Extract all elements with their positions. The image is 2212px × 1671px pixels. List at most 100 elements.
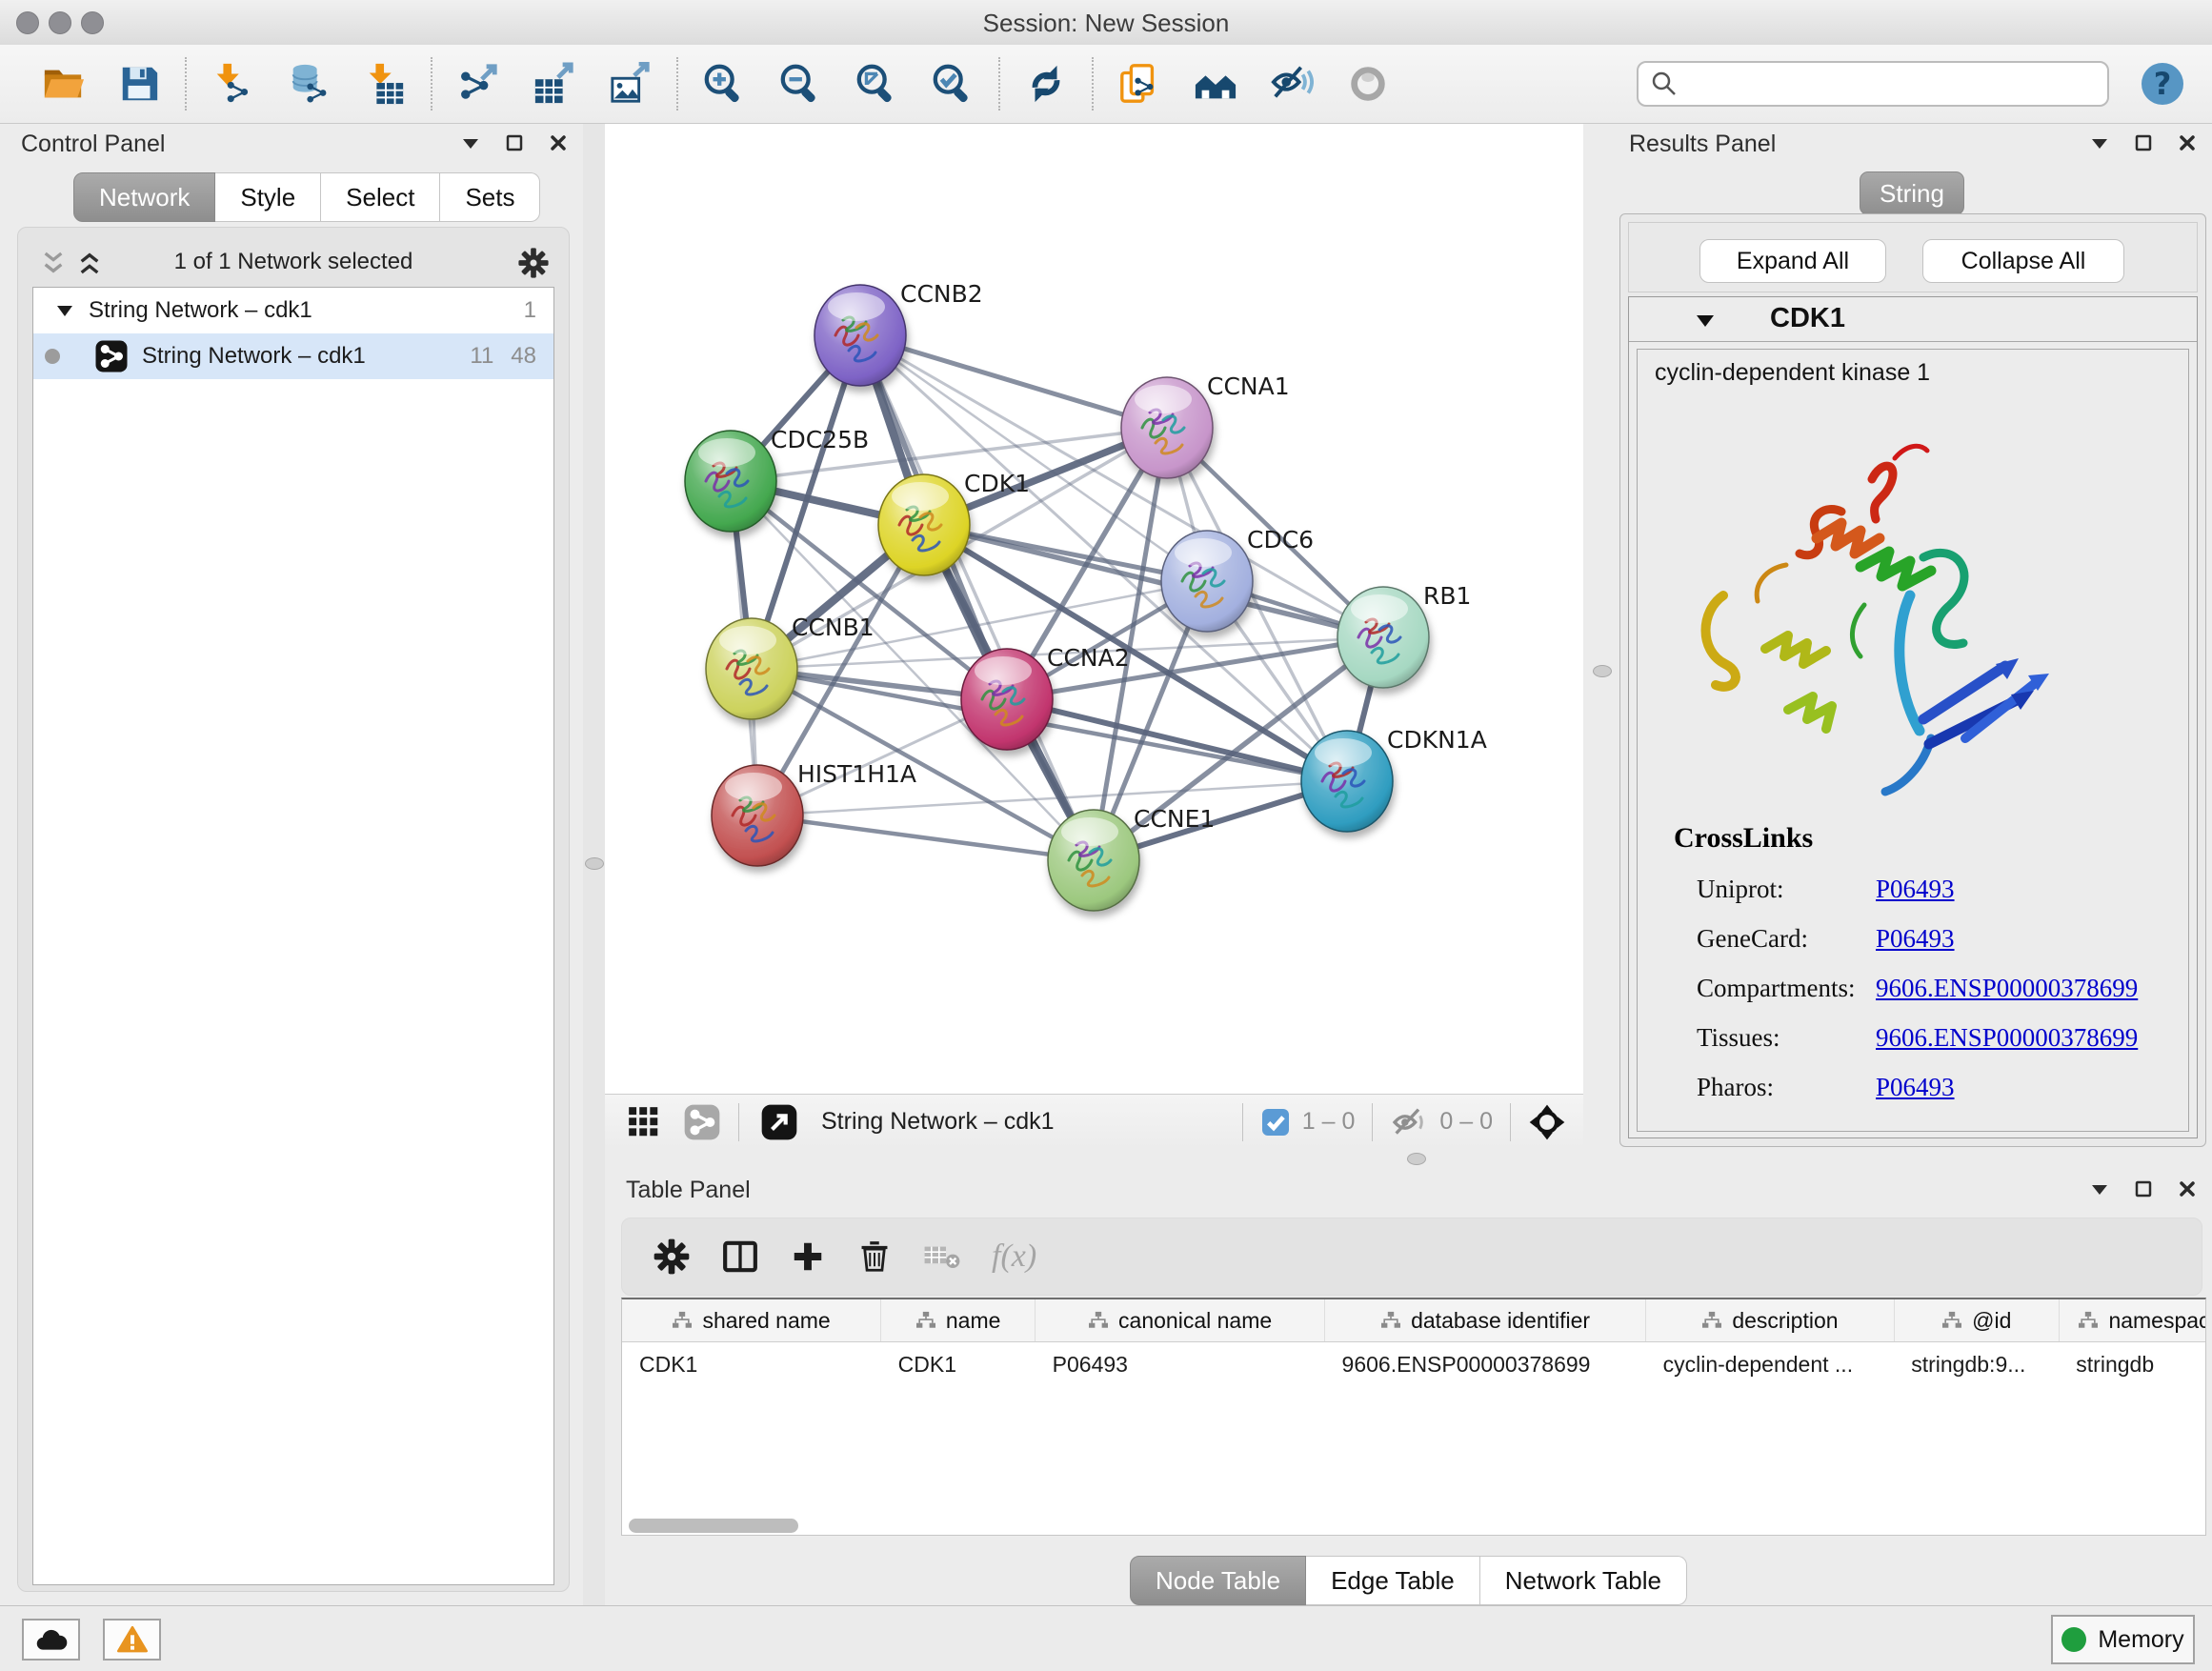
crosslink-link[interactable]: P06493 <box>1876 875 1955 904</box>
table-cell[interactable]: 9606.ENSP00000378699 <box>1325 1342 1646 1387</box>
show-hidden-button[interactable] <box>1343 57 1393 111</box>
copy-network-button[interactable] <box>1115 57 1164 111</box>
zoom-fit-icon <box>855 62 898 106</box>
control-panel-splitter[interactable] <box>583 124 605 1605</box>
table-cell[interactable]: stringdb:9... <box>1894 1342 2059 1387</box>
tab-string[interactable]: String <box>1860 171 1964 215</box>
network-edge[interactable] <box>924 525 1383 637</box>
export-image-button[interactable] <box>606 57 655 111</box>
node-table[interactable]: shared name name canonical name database… <box>621 1298 2206 1536</box>
panel-float-icon[interactable] <box>2132 131 2155 154</box>
zoom-out-button[interactable] <box>775 57 825 111</box>
collection-name: String Network – cdk1 <box>89 297 312 324</box>
tab-select[interactable]: Select <box>321 172 440 222</box>
network-node-cdk1[interactable]: CDK1 <box>878 470 1030 575</box>
network-edge[interactable] <box>1007 699 1347 781</box>
gene-card-header[interactable]: CDK1 <box>1629 297 2197 342</box>
memory-button[interactable]: Memory <box>2051 1615 2195 1664</box>
cloud-button[interactable] <box>22 1619 80 1661</box>
tab-network[interactable]: Network <box>73 172 215 222</box>
network-node-ccnb1[interactable]: CCNB1 <box>706 614 875 719</box>
birdseye-grid-icon[interactable] <box>626 1104 662 1140</box>
import-table-button[interactable] <box>360 57 410 111</box>
table-cell[interactable]: CDK1 <box>622 1342 881 1387</box>
network-row[interactable]: String Network – cdk1 11 48 <box>33 333 553 379</box>
crosslinks-heading: CrossLinks <box>1674 822 1813 855</box>
table-panel-splitter[interactable] <box>605 1148 2212 1170</box>
crosslink-row: Uniprot:P06493 <box>1697 864 2173 914</box>
hide-selected-button[interactable] <box>1267 57 1317 111</box>
help-button[interactable]: ? <box>2142 63 2183 105</box>
import-network-button[interactable] <box>208 57 257 111</box>
export-network-button[interactable] <box>453 57 503 111</box>
panel-menu-icon[interactable] <box>459 131 482 154</box>
zoom-fit-button[interactable] <box>852 57 901 111</box>
tab-network-table[interactable]: Network Table <box>1480 1556 1687 1605</box>
collapse-all-button[interactable]: Collapse All <box>1922 239 2124 283</box>
table-cell[interactable]: stringdb <box>2059 1342 2206 1387</box>
tab-edge-table[interactable]: Edge Table <box>1306 1556 1480 1605</box>
node-label: CCNA2 <box>1047 644 1130 672</box>
network-node-cdkn1a[interactable]: CDKN1A <box>1301 726 1487 832</box>
open-session-icon <box>41 62 85 106</box>
save-session-button[interactable] <box>114 57 164 111</box>
panel-float-icon[interactable] <box>503 131 526 154</box>
hidden-eye-slash-icon[interactable] <box>1390 1103 1428 1141</box>
crosslink-link[interactable]: 9606.ENSP00000378699 <box>1876 974 2138 1003</box>
column-header--id[interactable]: @id <box>1894 1299 2059 1342</box>
table-cell[interactable]: cyclin-dependent ... <box>1646 1342 1895 1387</box>
panel-menu-icon[interactable] <box>2088 1178 2111 1200</box>
open-in-new-window-icon[interactable] <box>760 1103 798 1141</box>
refresh-button[interactable] <box>1021 57 1071 111</box>
gene-collapse-icon[interactable] <box>1694 309 1719 333</box>
column-header-namespace[interactable]: namespace <box>2059 1299 2206 1342</box>
column-header-shared-name[interactable]: shared name <box>622 1299 881 1342</box>
column-header-name[interactable]: name <box>881 1299 1036 1342</box>
add-column-icon[interactable] <box>790 1238 826 1275</box>
crosslink-link[interactable]: 9606.ENSP00000378699 <box>1876 1023 2138 1053</box>
network-share-icon[interactable] <box>683 1103 721 1141</box>
selected-checkbox-icon[interactable] <box>1260 1107 1291 1137</box>
panel-close-icon[interactable] <box>2176 1178 2199 1200</box>
home-button[interactable] <box>1191 57 1240 111</box>
table-row[interactable]: CDK1CDK1P064939606.ENSP00000378699cyclin… <box>622 1342 2206 1387</box>
table-gear-icon[interactable] <box>653 1238 691 1276</box>
crosslink-link[interactable]: P06493 <box>1876 924 1955 954</box>
zoom-in-button[interactable] <box>699 57 749 111</box>
open-session-button[interactable] <box>38 57 88 111</box>
table-cell[interactable]: P06493 <box>1036 1342 1325 1387</box>
panel-float-icon[interactable] <box>2132 1178 2155 1200</box>
network-node-ccne1[interactable]: CCNE1 <box>1048 805 1215 911</box>
crosslink-link[interactable]: P06493 <box>1876 1073 1955 1102</box>
panel-menu-icon[interactable] <box>2088 131 2111 154</box>
export-table-button[interactable] <box>530 57 579 111</box>
table-columns-icon[interactable] <box>721 1238 759 1276</box>
tab-style[interactable]: Style <box>215 172 321 222</box>
network-graph[interactable]: CCNB2 CCNA1 CDC25B CDK1 CDC6 RB1 CCNB1 C… <box>605 124 1583 1094</box>
network-edge[interactable] <box>757 815 1094 860</box>
zoom-selected-button[interactable] <box>928 57 977 111</box>
network-edge[interactable] <box>860 335 1167 428</box>
warnings-button[interactable] <box>103 1619 161 1661</box>
column-header-database-identifier[interactable]: database identifier <box>1325 1299 1646 1342</box>
panel-close-icon[interactable] <box>547 131 570 154</box>
network-view-canvas[interactable]: CCNB2 CCNA1 CDC25B CDK1 CDC6 RB1 CCNB1 C… <box>605 124 1583 1094</box>
delete-column-icon[interactable] <box>856 1238 893 1275</box>
network-node-rb1[interactable]: RB1 <box>1337 582 1471 688</box>
tab-sets[interactable]: Sets <box>440 172 540 222</box>
tab-node-table[interactable]: Node Table <box>1130 1556 1306 1605</box>
panel-close-icon[interactable] <box>2176 131 2199 154</box>
column-header-description[interactable]: description <box>1646 1299 1895 1342</box>
search-input[interactable] <box>1637 61 2109 107</box>
fit-content-icon[interactable] <box>1528 1103 1566 1141</box>
network-collection-row[interactable]: String Network – cdk1 1 <box>33 288 553 333</box>
import-table-icon <box>363 62 407 106</box>
gear-icon[interactable] <box>517 247 550 279</box>
table-horizontal-scrollbar[interactable] <box>629 1519 798 1533</box>
results-panel-splitter[interactable] <box>1583 124 1619 1148</box>
column-header-canonical-name[interactable]: canonical name <box>1036 1299 1325 1342</box>
import-database-button[interactable] <box>284 57 333 111</box>
expand-all-button[interactable]: Expand All <box>1699 239 1886 283</box>
table-cell[interactable]: CDK1 <box>881 1342 1036 1387</box>
collection-expand-icon[interactable] <box>54 300 75 321</box>
